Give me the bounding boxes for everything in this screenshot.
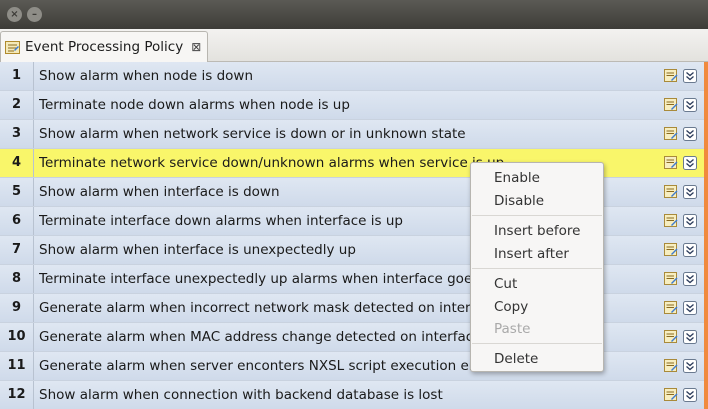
rule-number: 9 — [0, 294, 34, 322]
rule-number: 6 — [0, 207, 34, 235]
rule-number: 7 — [0, 236, 34, 264]
rule-row[interactable]: 3 Show alarm when network service is down… — [0, 120, 704, 149]
window-minimize-button[interactable]: – — [27, 7, 42, 22]
expand-rule-icon[interactable] — [683, 214, 697, 228]
editor-tab-bar: Event Processing Policy ⊠ — [0, 29, 708, 84]
menu-separator — [472, 215, 602, 216]
tab-close-icon[interactable]: ⊠ — [191, 40, 201, 54]
edit-rule-icon[interactable] — [664, 243, 678, 257]
policy-editor-icon — [5, 40, 20, 54]
rule-description[interactable]: Terminate node down alarms when node is … — [39, 91, 655, 119]
expand-rule-icon[interactable] — [683, 359, 697, 373]
menu-item-copy[interactable]: Copy — [494, 296, 528, 318]
expand-rule-icon[interactable] — [683, 330, 697, 344]
menu-item-disable[interactable]: Disable — [494, 190, 544, 212]
window-titlebar: × – — [0, 0, 708, 29]
edit-rule-icon[interactable] — [664, 301, 678, 315]
edit-rule-icon[interactable] — [664, 127, 678, 141]
expand-rule-icon[interactable] — [683, 156, 697, 170]
rule-number: 2 — [0, 91, 34, 119]
menu-item-cut[interactable]: Cut — [494, 273, 517, 295]
rule-row[interactable]: 2 Terminate node down alarms when node is… — [0, 91, 704, 120]
rule-description[interactable]: Show alarm when network service is down … — [39, 120, 655, 148]
rule-description[interactable]: Show alarm when node is down — [39, 62, 655, 90]
menu-item-delete[interactable]: Delete — [494, 348, 538, 370]
menu-item-paste: Paste — [494, 321, 531, 337]
edit-rule-icon[interactable] — [664, 156, 678, 170]
edit-rule-icon[interactable] — [664, 98, 678, 112]
edit-rule-icon[interactable] — [664, 214, 678, 228]
edit-rule-icon[interactable] — [664, 359, 678, 373]
rule-description[interactable]: Show alarm when connection with backend … — [39, 381, 655, 409]
rule-row[interactable]: 1 Show alarm when node is down — [0, 62, 704, 91]
expand-rule-icon[interactable] — [683, 69, 697, 83]
expand-rule-icon[interactable] — [683, 388, 697, 402]
tab-event-processing-policy[interactable]: Event Processing Policy ⊠ — [0, 31, 208, 62]
menu-item-insert-before[interactable]: Insert before — [494, 220, 580, 242]
menu-item-insert-after[interactable]: Insert after — [494, 243, 569, 265]
rule-row[interactable]: 12 Show alarm when connection with backen… — [0, 381, 704, 409]
expand-rule-icon[interactable] — [683, 98, 697, 112]
edit-rule-icon[interactable] — [664, 69, 678, 83]
expand-rule-icon[interactable] — [683, 272, 697, 286]
expand-rule-icon[interactable] — [683, 243, 697, 257]
context-menu: Enable Disable Insert before Insert afte… — [470, 162, 604, 372]
menu-item-enable[interactable]: Enable — [494, 167, 540, 189]
expand-rule-icon[interactable] — [683, 127, 697, 141]
window-close-button[interactable]: × — [7, 7, 22, 22]
edit-rule-icon[interactable] — [664, 330, 678, 344]
menu-separator — [472, 343, 602, 344]
expand-rule-icon[interactable] — [683, 301, 697, 315]
expand-rule-icon[interactable] — [683, 185, 697, 199]
rule-number: 1 — [0, 62, 34, 90]
edit-rule-icon[interactable] — [664, 185, 678, 199]
rule-number: 3 — [0, 120, 34, 148]
rule-number: 8 — [0, 265, 34, 293]
rule-number: 4 — [0, 149, 34, 177]
rule-number: 5 — [0, 178, 34, 206]
edit-rule-icon[interactable] — [664, 272, 678, 286]
accent-bar — [704, 62, 708, 409]
tab-label: Event Processing Policy — [25, 39, 184, 55]
rule-number: 11 — [0, 352, 34, 380]
rule-number: 10 — [0, 323, 34, 351]
rule-number: 12 — [0, 381, 34, 409]
menu-separator — [472, 268, 602, 269]
edit-rule-icon[interactable] — [664, 388, 678, 402]
